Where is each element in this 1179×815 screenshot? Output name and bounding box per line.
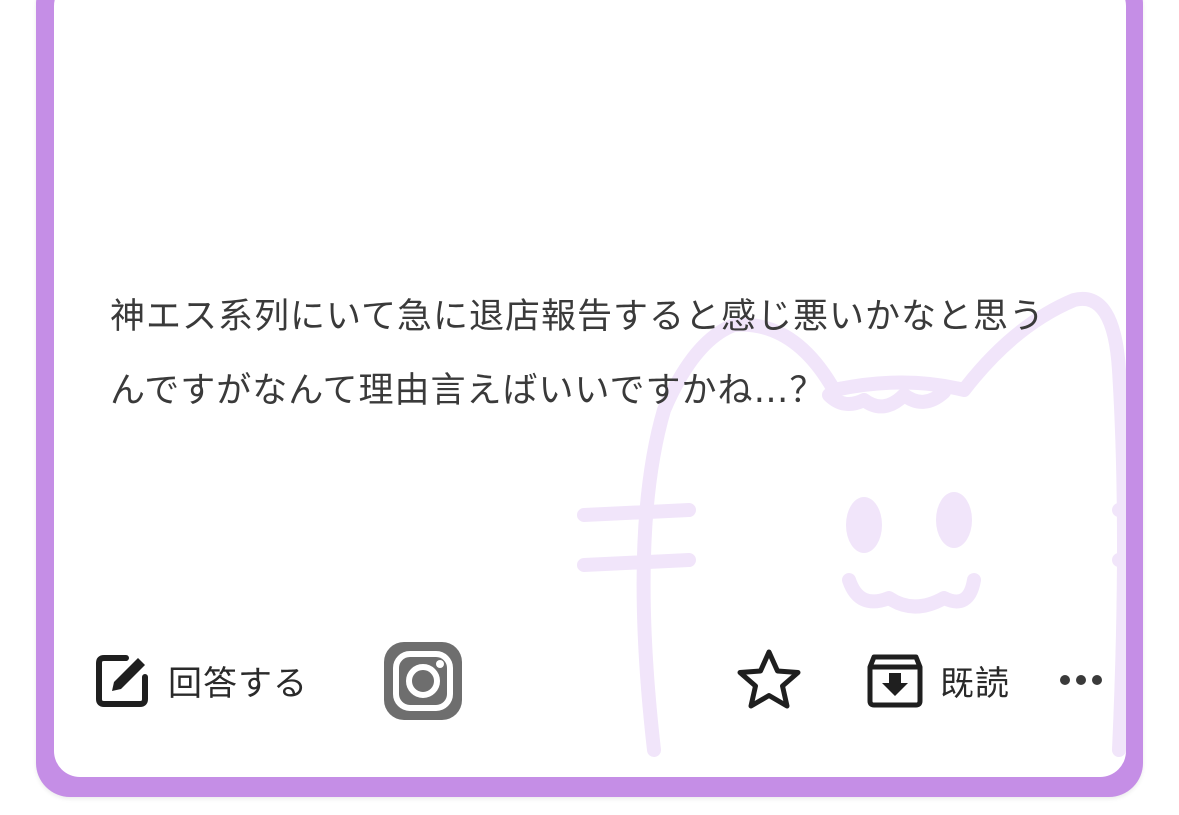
answer-label: 回答する xyxy=(168,663,308,704)
question-card-screen: 神エス系列にいて急に退店報告すると感じ悪いかなと思うんですがなんて理由言えばいい… xyxy=(0,0,1179,815)
read-button[interactable]: 既読 xyxy=(866,648,1010,712)
archive-download-icon xyxy=(867,654,923,708)
question-card: 神エス系列にいて急に退店報告すると感じ悪いかなと思うんですがなんて理由言えばいい… xyxy=(54,0,1126,777)
action-bar: 回答する 既読 xyxy=(54,640,1126,730)
question-text: 神エス系列にいて急に退店報告すると感じ悪いかなと思うんですがなんて理由言えばいい… xyxy=(110,297,1045,411)
more-dots-icon[interactable] xyxy=(1058,662,1104,698)
instagram-icon[interactable] xyxy=(382,640,464,722)
answer-button[interactable]: 回答する xyxy=(96,650,308,710)
star-icon[interactable] xyxy=(734,646,804,716)
read-label: 既読 xyxy=(940,663,1010,704)
edit-icon xyxy=(96,655,148,707)
